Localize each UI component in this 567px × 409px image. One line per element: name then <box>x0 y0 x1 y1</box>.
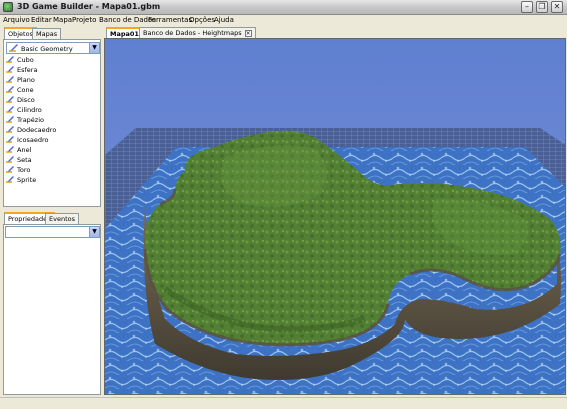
brush-icon <box>6 176 14 183</box>
terrain-scene <box>105 39 565 394</box>
list-item[interactable]: Cilindro <box>5 105 99 115</box>
list-item[interactable]: Anel <box>5 145 99 155</box>
geometry-combo[interactable]: Basic Geometry ▼ <box>6 42 100 54</box>
list-item[interactable]: Disco <box>5 95 99 105</box>
menu-bar: Arquivo Editar Mapa Projeto Banco de Dad… <box>0 15 567 26</box>
tab-heightmaps[interactable]: Banco de Dados - Heightmaps × <box>139 27 256 38</box>
brush-icon <box>6 86 14 93</box>
minimize-button[interactable]: – <box>521 1 533 13</box>
brush-icon <box>6 116 14 123</box>
combo-value: Basic Geometry <box>21 45 73 53</box>
list-item[interactable]: Dodecaedro <box>5 125 99 135</box>
tab-eventos[interactable]: Eventos <box>45 213 79 224</box>
window-title: 3D Game Builder - Mapa01.gbm <box>17 2 161 11</box>
brush-icon <box>6 66 14 73</box>
brush-icon <box>6 136 14 143</box>
properties-panel: ▼ <box>3 224 101 395</box>
brush-icon <box>6 76 14 83</box>
tab-mapas[interactable]: Mapas <box>32 28 62 39</box>
menu-ajuda[interactable]: Ajuda <box>214 16 234 24</box>
brush-icon <box>6 56 14 63</box>
menu-arquivo[interactable]: Arquivo <box>3 16 30 24</box>
map-viewport[interactable] <box>104 38 566 395</box>
brush-icon <box>9 44 18 52</box>
title-bar: 3D Game Builder - Mapa01.gbm – ❐ ✕ <box>0 0 567 15</box>
brush-icon <box>6 126 14 133</box>
document-tabs: Mapa01 Banco de Dados - Heightmaps × <box>106 27 566 38</box>
chevron-down-icon[interactable]: ▼ <box>89 43 99 53</box>
app-icon <box>3 2 13 12</box>
properties-combo[interactable]: ▼ <box>5 226 100 238</box>
maximize-button[interactable]: ❐ <box>536 1 548 13</box>
list-item[interactable]: Cubo <box>5 55 99 65</box>
status-bar <box>0 397 567 409</box>
left-panel: Objetos Mapas Basic Geometry ▼ Cubo Esfe… <box>1 27 102 395</box>
list-item[interactable]: Esfera <box>5 65 99 75</box>
object-list: Cubo Esfera Plano Cone Disco Cilindro Tr… <box>5 55 99 185</box>
list-item[interactable]: Icosaedro <box>5 135 99 145</box>
menu-projeto[interactable]: Projeto <box>72 16 96 24</box>
menu-opcoes[interactable]: Opções <box>189 16 215 24</box>
menu-mapa[interactable]: Mapa <box>53 16 72 24</box>
list-item[interactable]: Trapézio <box>5 115 99 125</box>
list-item[interactable]: Plano <box>5 75 99 85</box>
chevron-down-icon[interactable]: ▼ <box>89 227 99 237</box>
brush-icon <box>6 166 14 173</box>
close-icon[interactable]: × <box>244 30 252 37</box>
brush-icon <box>6 106 14 113</box>
list-item[interactable]: Seta <box>5 155 99 165</box>
tab-mapa01[interactable]: Mapa01 <box>106 27 143 38</box>
brush-icon <box>6 96 14 103</box>
menu-editar[interactable]: Editar <box>31 16 52 24</box>
menu-ferramentas[interactable]: Ferramentas <box>148 16 192 24</box>
brush-icon <box>6 146 14 153</box>
list-item[interactable]: Toro <box>5 165 99 175</box>
list-item[interactable]: Sprite <box>5 175 99 185</box>
list-item[interactable]: Cone <box>5 85 99 95</box>
close-button[interactable]: ✕ <box>551 1 563 13</box>
brush-icon <box>6 156 14 163</box>
